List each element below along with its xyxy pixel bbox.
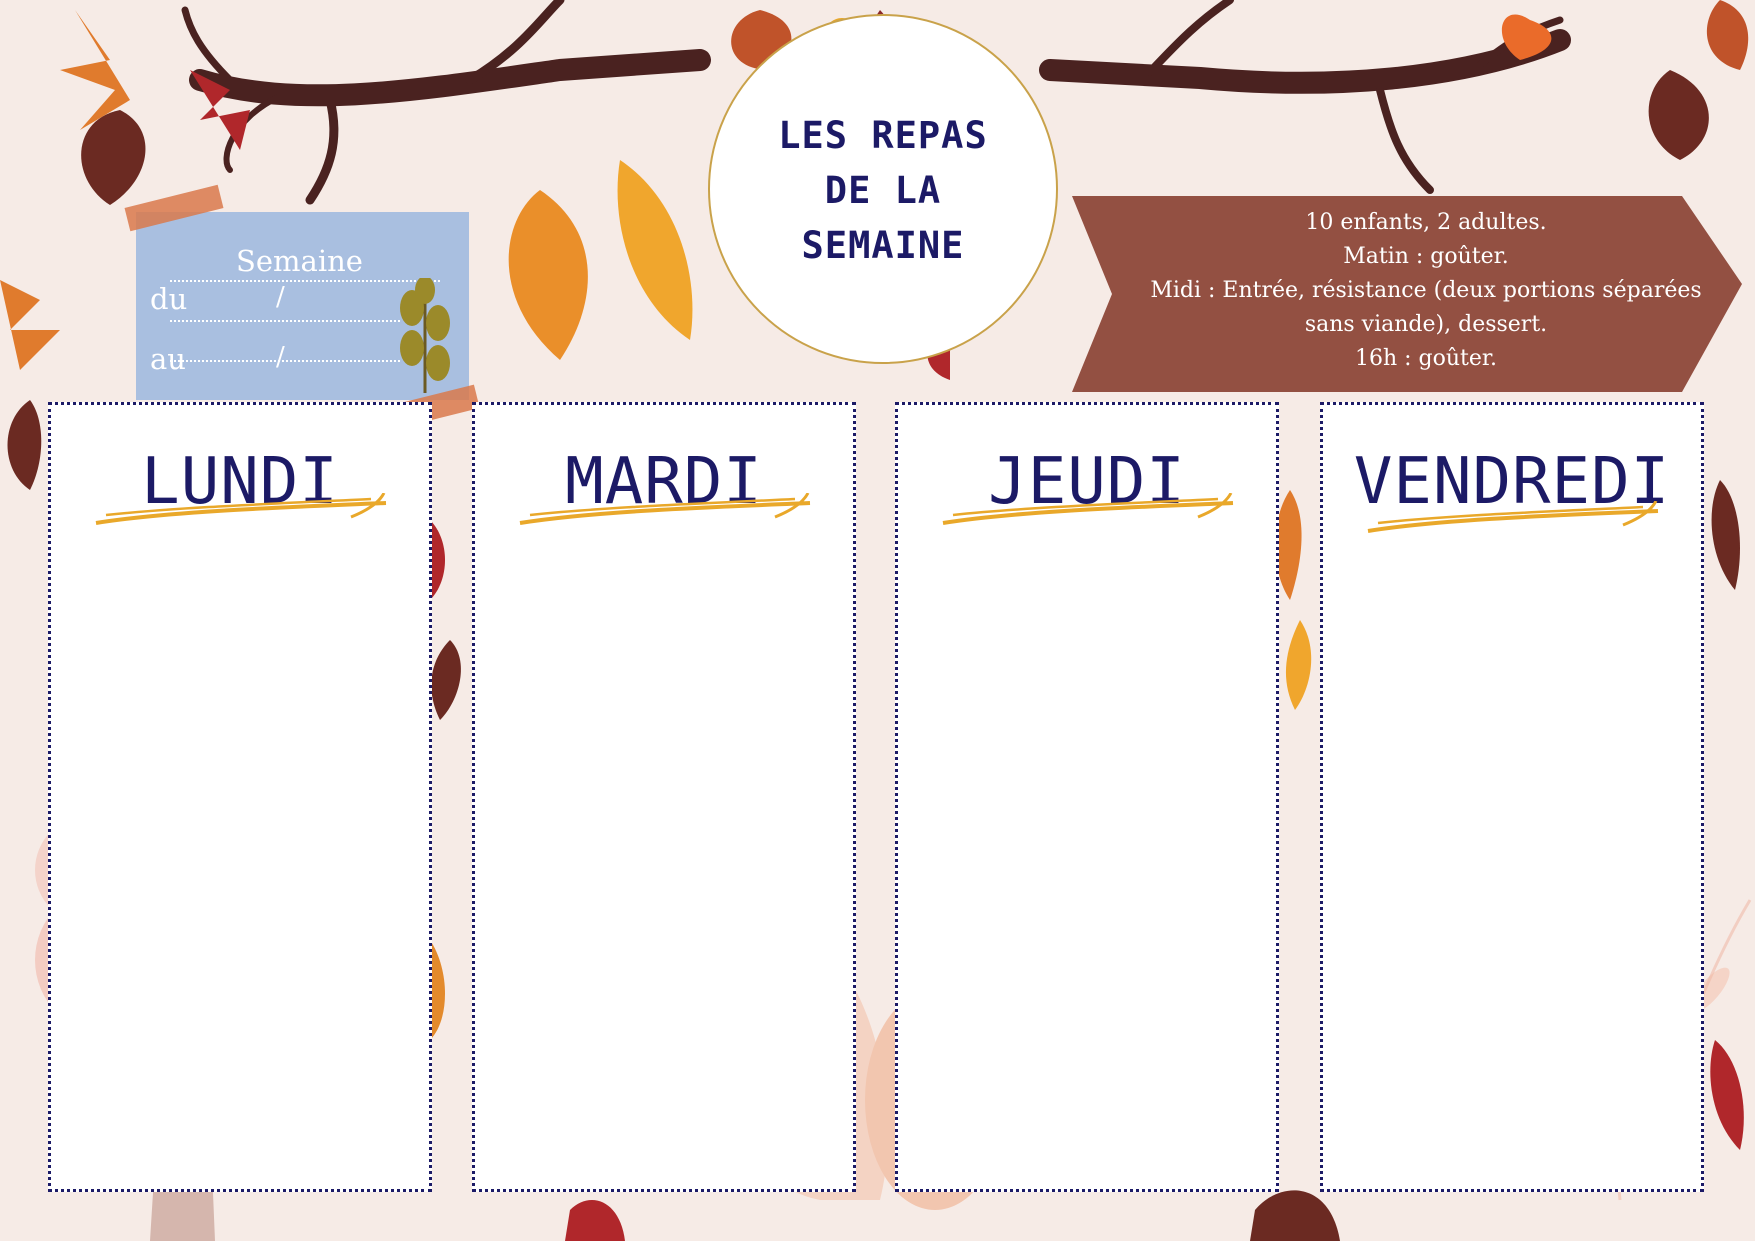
week-to-label: au (150, 342, 186, 376)
underline-swoosh (1367, 501, 1659, 533)
underline-swoosh (942, 493, 1234, 525)
week-from-line[interactable] (170, 320, 400, 322)
week-from-label: du (150, 282, 188, 316)
title-line-3: SEMAINE (801, 224, 965, 267)
week-from-separator[interactable]: / (276, 282, 285, 312)
info-line-2: Matin : goûter. (1343, 244, 1509, 269)
info-line-4: sans viande), dessert. (1304, 312, 1548, 337)
info-line-5: 16h : goûter. (1354, 346, 1497, 371)
week-to-line[interactable] (170, 360, 400, 362)
info-line-3: Midi : Entrée, résistance (deux portions… (1150, 278, 1702, 303)
title-line-2: DE LA (824, 169, 942, 212)
day-column-mardi[interactable]: MARDI (472, 402, 856, 1192)
day-column-lundi[interactable]: LUNDI (48, 402, 432, 1192)
underline-swoosh (95, 493, 387, 525)
underline-swoosh (519, 493, 811, 525)
sprig-icon (400, 278, 450, 393)
week-heading: Semaine (236, 244, 363, 278)
day-column-vendredi[interactable]: VENDREDI (1320, 402, 1704, 1192)
page-title: LES REPAS DE LA SEMAINE (708, 108, 1058, 273)
info-line-1: 10 enfants, 2 adultes. (1305, 210, 1547, 235)
week-to-separator[interactable]: / (276, 342, 285, 372)
branch-right (1039, 0, 1571, 194)
info-text: 10 enfants, 2 adultes. Matin : goûter. M… (1136, 206, 1716, 376)
title-line-1: LES REPAS (778, 114, 988, 157)
day-column-jeudi[interactable]: JEUDI (895, 402, 1279, 1192)
